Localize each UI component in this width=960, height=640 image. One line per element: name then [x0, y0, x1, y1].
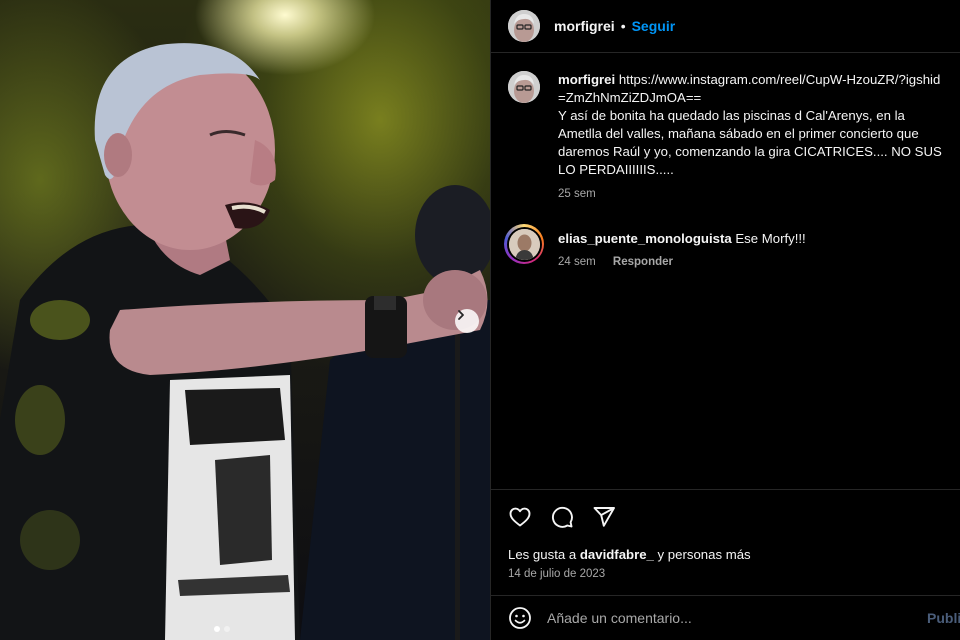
- likes-user[interactable]: davidfabre_: [580, 547, 654, 562]
- post-date[interactable]: 14 de julio de 2023: [508, 568, 605, 580]
- publish-button[interactable]: Publi: [927, 610, 960, 626]
- comment-username[interactable]: elias_puente_monologuista: [558, 231, 732, 246]
- caption-time: 25 sem: [558, 188, 596, 200]
- avatar[interactable]: [504, 224, 544, 264]
- post-caption: morfigrei https://www.instagram.com/reel…: [508, 71, 948, 200]
- add-comment-bar: Publi: [491, 595, 960, 640]
- post-photo[interactable]: [0, 0, 490, 640]
- avatar[interactable]: [508, 71, 540, 103]
- caption-text-block: morfigrei https://www.instagram.com/reel…: [558, 71, 948, 179]
- likes-prefix: Les gusta a: [508, 547, 580, 562]
- like-button[interactable]: [507, 504, 533, 530]
- post-side-panel: morfigrei • Seguir morfigrei https://www…: [490, 0, 960, 640]
- comment-text: Ese Morfy!!!: [735, 231, 806, 246]
- carousel-indicator: [214, 626, 230, 632]
- post-header: morfigrei • Seguir: [491, 0, 960, 53]
- comment-meta: 24 sem Responder: [558, 256, 673, 268]
- comment-icon: [551, 506, 573, 528]
- comment-button[interactable]: [549, 504, 575, 530]
- carousel-dot: [214, 626, 220, 632]
- action-bar: Les gusta a davidfabre_ y personas más 1…: [491, 489, 960, 595]
- avatar[interactable]: [508, 10, 540, 42]
- likes-suffix[interactable]: y personas más: [654, 547, 751, 562]
- comment-input[interactable]: [547, 610, 907, 626]
- emoji-icon: [509, 607, 531, 629]
- carousel-dot: [224, 626, 230, 632]
- chevron-right-icon: [458, 310, 464, 320]
- profile-photo: [508, 71, 540, 103]
- reply-button[interactable]: Responder: [613, 256, 673, 268]
- comments-list[interactable]: morfigrei https://www.instagram.com/reel…: [491, 54, 960, 488]
- caption-link[interactable]: https://www.instagram.com/reel/CupW-Hzou…: [558, 72, 940, 105]
- next-image-button[interactable]: [455, 309, 479, 333]
- share-icon: [593, 507, 615, 527]
- profile-photo: [508, 10, 540, 42]
- action-icons: [507, 504, 617, 530]
- caption-username[interactable]: morfigrei: [558, 72, 615, 87]
- comment-time: 24 sem: [558, 256, 596, 268]
- emoji-button[interactable]: [507, 605, 533, 631]
- profile-photo: [508, 228, 540, 260]
- likes-summary: Les gusta a davidfabre_ y personas más: [508, 547, 751, 562]
- header-username[interactable]: morfigrei: [554, 18, 615, 34]
- follow-button[interactable]: Seguir: [632, 18, 676, 34]
- comment-text-line: elias_puente_monologuista Ese Morfy!!!: [558, 231, 806, 246]
- header-separator: •: [620, 18, 626, 34]
- heart-icon: [509, 507, 531, 527]
- share-button[interactable]: [591, 504, 617, 530]
- caption-text: Y así de bonita ha quedado las piscinas …: [558, 108, 942, 177]
- post-image: [0, 43, 490, 640]
